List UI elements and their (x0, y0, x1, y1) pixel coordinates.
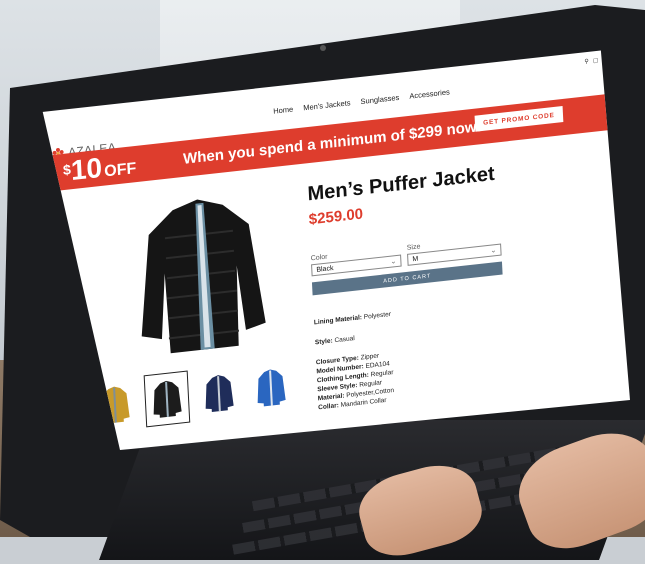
nav-item-accessories[interactable]: Accessories (409, 87, 450, 100)
size-select-value: M (412, 255, 419, 263)
spec-lining-material: Lining Material: Polyester (314, 311, 391, 326)
spec-value: Regular (359, 379, 383, 389)
chevron-down-icon: ⌄ (490, 247, 497, 255)
spec-value: EDA104 (365, 360, 390, 370)
spec-style: Style: Casual (315, 335, 355, 346)
header-icons: ⚲ ▢ (584, 57, 598, 66)
spec-value: Zipper (360, 352, 380, 362)
thumbnail-black[interactable] (143, 370, 191, 428)
get-promo-code-button[interactable]: GET PROMO CODE (474, 106, 564, 132)
nav-item-sunglasses[interactable]: Sunglasses (360, 93, 399, 106)
promo-amount: $10OFF (62, 148, 137, 188)
promo-off: OFF (103, 159, 137, 181)
promo-text: When you spend a minimum of $299 now! (182, 117, 482, 168)
nav-item-home[interactable]: Home (273, 104, 293, 115)
product-thumbnails (94, 361, 292, 431)
spec-value: Regular (370, 368, 394, 379)
thumbnail-blue[interactable] (250, 361, 292, 413)
spec-value: Casual (334, 335, 355, 345)
color-label: Color (310, 253, 328, 263)
jacket-blue-icon (257, 369, 286, 407)
jacket-navy-icon (205, 375, 234, 413)
spec-label: Lining Material: (313, 314, 363, 327)
product-main-image (141, 199, 266, 354)
product-price: $259.00 (308, 205, 364, 229)
spec-label: Style: (314, 337, 333, 347)
jacket-black-icon (153, 380, 182, 418)
product-title: Men’s Puffer Jacket (307, 162, 496, 206)
search-icon[interactable]: ⚲ (584, 58, 589, 65)
size-label: Size (406, 243, 421, 252)
web-page: ⚲ ▢ Home Men's Jackets Sunglasses Access… (42, 43, 630, 450)
promo-number: 10 (70, 151, 103, 187)
nav-item-mens-jackets[interactable]: Men's Jackets (303, 98, 351, 112)
bag-icon[interactable]: ▢ (593, 57, 599, 65)
thumbnail-navy[interactable] (198, 367, 240, 419)
promo-dollar: $ (62, 161, 72, 179)
chevron-down-icon: ⌄ (390, 258, 397, 266)
spec-value: Polyester (363, 310, 392, 321)
spec-label: Collar: (318, 402, 339, 412)
main-nav: Home Men's Jackets Sunglasses Accessorie… (273, 87, 450, 115)
color-select-value: Black (316, 264, 334, 274)
webcam (320, 45, 326, 51)
laptop-screen: ⚲ ▢ Home Men's Jackets Sunglasses Access… (40, 40, 630, 450)
